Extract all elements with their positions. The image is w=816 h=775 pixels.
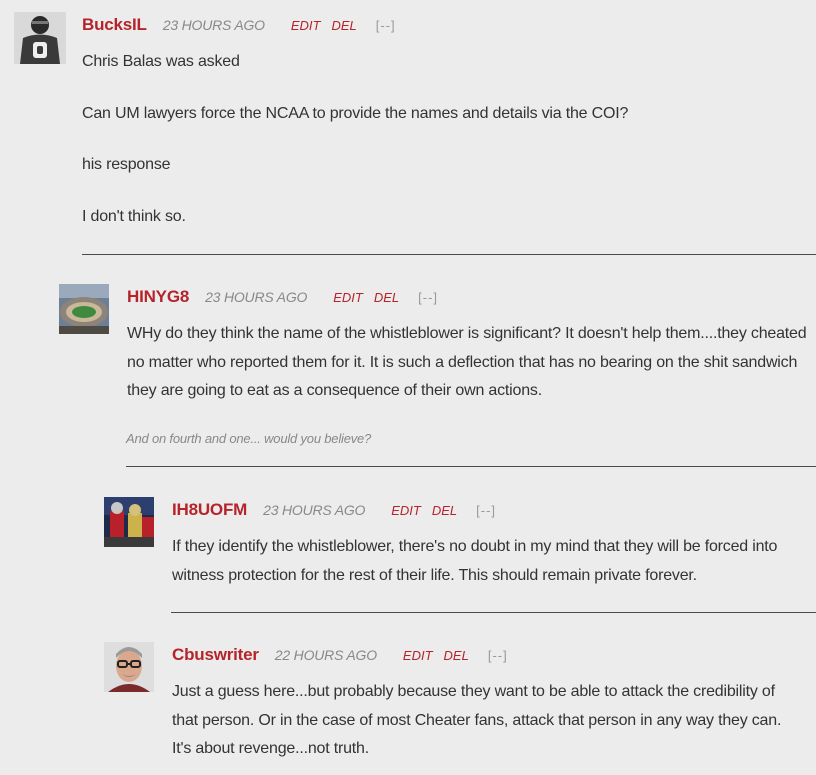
edit-link[interactable]: EDIT bbox=[403, 648, 433, 663]
collapse-toggle[interactable]: [--] bbox=[488, 648, 508, 663]
delete-link[interactable]: DEL bbox=[432, 503, 457, 518]
football-jersey-avatar-icon bbox=[14, 12, 66, 64]
timestamp[interactable]: 23 HOURS AGO bbox=[163, 17, 265, 33]
comment-body: WHy do they think the name of the whistl… bbox=[127, 320, 807, 406]
user-avatar[interactable] bbox=[59, 284, 109, 334]
comment-bucksil: BucksIL 23 HOURS AGO EDIT DEL [--] Chris… bbox=[14, 12, 816, 252]
comment-meta: HINYG8 23 HOURS AGO EDIT DEL [--] bbox=[127, 284, 438, 310]
timestamp[interactable]: 22 HOURS AGO bbox=[275, 647, 377, 663]
comment-paragraph: his response bbox=[82, 156, 171, 173]
comment-divider bbox=[82, 254, 816, 255]
man-with-glasses-avatar-icon bbox=[104, 642, 154, 692]
timestamp[interactable]: 23 HOURS AGO bbox=[263, 502, 365, 518]
comment-hinyg8: HINYG8 23 HOURS AGO EDIT DEL [--] WHy do… bbox=[59, 284, 816, 464]
comment-meta: IH8UOFM 23 HOURS AGO EDIT DEL [--] bbox=[172, 497, 496, 523]
comment-divider bbox=[126, 466, 816, 467]
stadium-avatar-icon bbox=[59, 284, 109, 334]
comment-paragraph: If they identify the whistleblower, ther… bbox=[172, 538, 778, 584]
comment-paragraph: Just a guess here...but probably because… bbox=[172, 683, 782, 757]
comment-ih8uofm: IH8UOFM 23 HOURS AGO EDIT DEL [--] If th… bbox=[104, 497, 816, 607]
delete-link[interactable]: DEL bbox=[374, 290, 399, 305]
comment-divider bbox=[171, 612, 816, 613]
delete-link[interactable]: DEL bbox=[331, 18, 356, 33]
edit-link[interactable]: EDIT bbox=[333, 290, 363, 305]
comment-paragraph: Chris Balas was asked bbox=[82, 53, 240, 70]
football-game-avatar-icon bbox=[104, 497, 154, 547]
timestamp[interactable]: 23 HOURS AGO bbox=[205, 289, 307, 305]
collapse-toggle[interactable]: [--] bbox=[418, 290, 438, 305]
username-link[interactable]: BucksIL bbox=[82, 15, 147, 35]
comment-body: If they identify the whistleblower, ther… bbox=[172, 533, 807, 590]
collapse-toggle[interactable]: [--] bbox=[376, 18, 396, 33]
username-link[interactable]: HINYG8 bbox=[127, 287, 189, 307]
delete-link[interactable]: DEL bbox=[444, 648, 469, 663]
comment-paragraph: I don't think so. bbox=[82, 207, 186, 225]
comment-body: Just a guess here...but probably because… bbox=[172, 678, 802, 764]
comment-body: Chris Balas was asked Can UM lawyers for… bbox=[82, 48, 802, 231]
username-link[interactable]: IH8UOFM bbox=[172, 500, 247, 520]
user-avatar[interactable] bbox=[104, 497, 154, 547]
edit-link[interactable]: EDIT bbox=[391, 503, 421, 518]
edit-link[interactable]: EDIT bbox=[291, 18, 321, 33]
user-avatar[interactable] bbox=[14, 12, 66, 64]
collapse-toggle[interactable]: [--] bbox=[476, 503, 496, 518]
comment-meta: BucksIL 23 HOURS AGO EDIT DEL [--] bbox=[82, 12, 396, 38]
comment-cbuswriter: Cbuswriter 22 HOURS AGO EDIT DEL [--] Ju… bbox=[104, 642, 816, 775]
comment-meta: Cbuswriter 22 HOURS AGO EDIT DEL [--] bbox=[172, 642, 508, 668]
username-link[interactable]: Cbuswriter bbox=[172, 645, 259, 665]
user-signature: And on fourth and one... would you belie… bbox=[126, 431, 372, 446]
comment-paragraph: WHy do they think the name of the whistl… bbox=[127, 325, 807, 399]
comment-paragraph: Can UM lawyers force the NCAA to provide… bbox=[82, 104, 629, 122]
user-avatar[interactable] bbox=[104, 642, 154, 692]
